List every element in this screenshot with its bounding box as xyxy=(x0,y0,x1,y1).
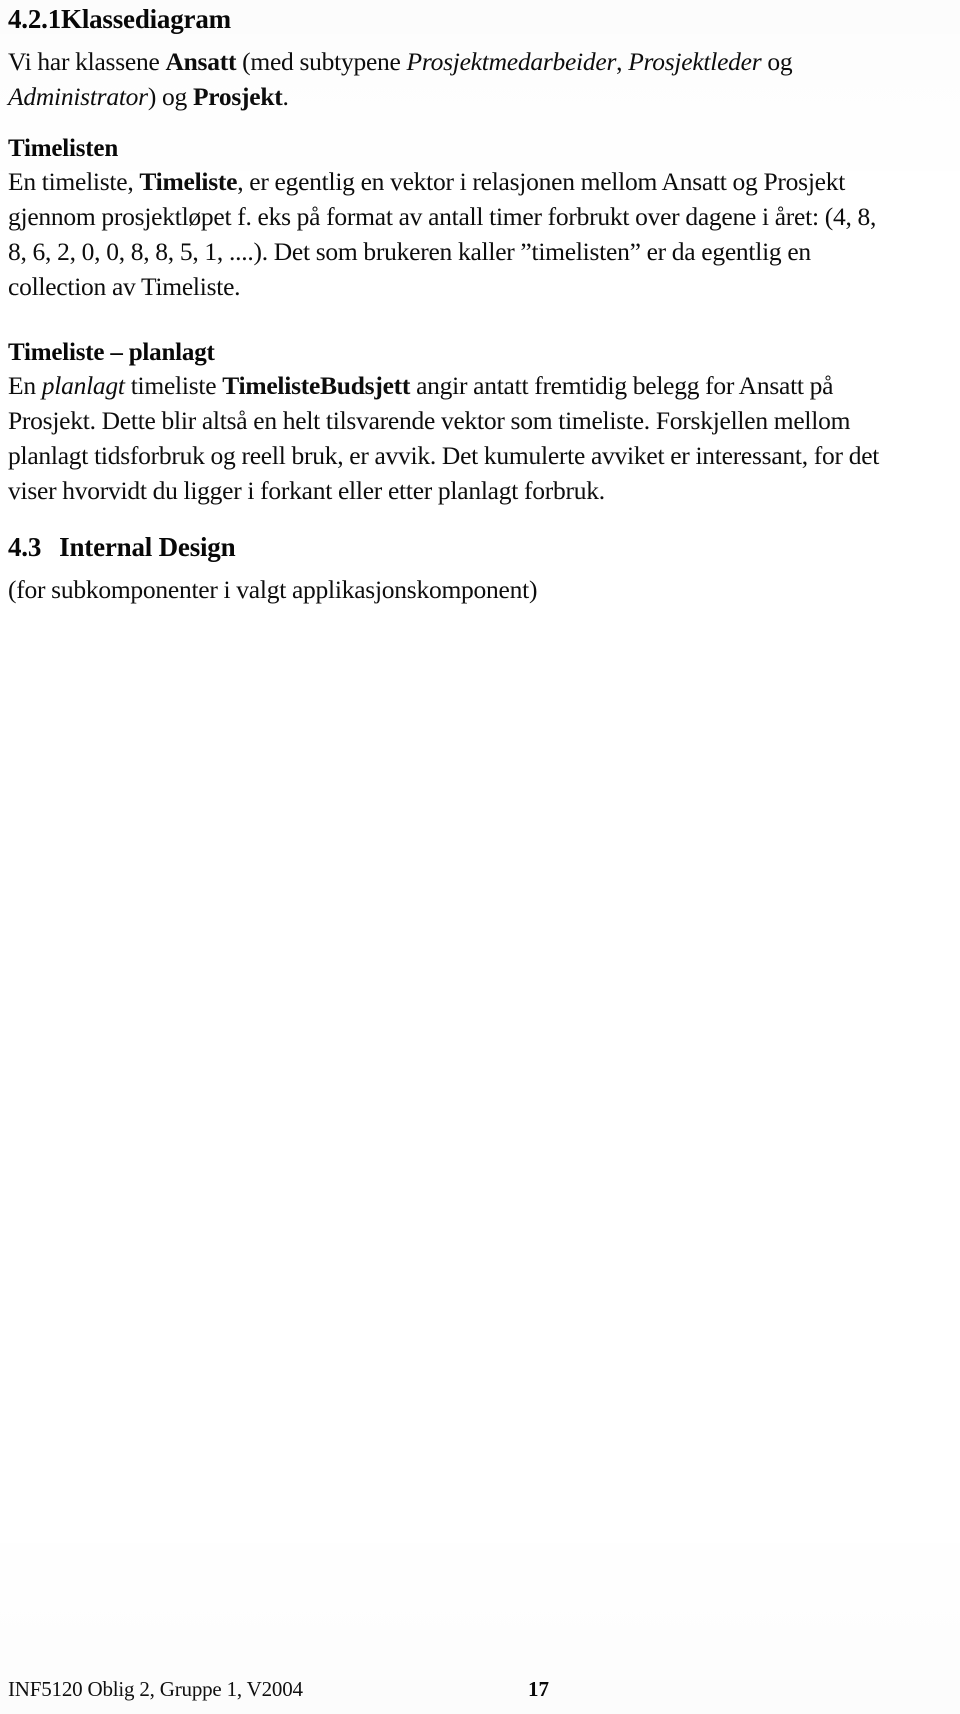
planlagt-bold-timelistebudsjett: TimelisteBudsjett xyxy=(222,371,411,400)
heading-internal-design-number: 4.3 xyxy=(8,532,42,562)
page-content: 4.2.1Klassediagram Vi har klassene Ansat… xyxy=(8,0,898,607)
footer-page-number: 17 xyxy=(528,1677,549,1701)
intro-italic-administrator: Administrator xyxy=(8,82,148,111)
intro-seg-2: (med subtypene xyxy=(236,47,407,76)
planlagt-seg-2: timeliste xyxy=(124,371,223,400)
intro-italic-prosjektmedarbeider: Prosjektmedarbeider xyxy=(406,47,617,76)
intro-seg-6: . xyxy=(282,82,289,111)
heading-internal-design: 4.3 Internal Design xyxy=(8,528,898,564)
page-footer: INF5120 Oblig 2, Gruppe 1, V2004 17 xyxy=(8,1676,898,1706)
document-page: 4.2.1Klassediagram Vi har klassene Ansat… xyxy=(0,0,960,1714)
heading-internal-design-title: Internal Design xyxy=(59,532,236,562)
intro-seg-5: ) og xyxy=(147,82,193,111)
heading-klassediagram: 4.2.1Klassediagram xyxy=(8,0,898,36)
heading-timelisten: Timelisten xyxy=(8,135,119,162)
timelisten-bold-timeliste: Timeliste xyxy=(139,167,238,196)
intro-italic-prosjektleder: Prosjektleder xyxy=(628,47,762,76)
timelisten-seg-1: En timeliste, xyxy=(8,167,140,196)
intro-seg-1: Vi har klassene xyxy=(8,47,166,76)
paragraph-intro: Vi har klassene Ansatt (med subtypene Pr… xyxy=(8,44,898,114)
heading-klassediagram-number: 4.2.1 xyxy=(8,4,62,34)
intro-bold-prosjekt: Prosjekt xyxy=(192,82,283,111)
footer-document-label: INF5120 Oblig 2, Gruppe 1, V2004 xyxy=(8,1677,303,1701)
heading-timeliste-planlagt: Timeliste – planlagt xyxy=(8,339,215,366)
intro-bold-ansatt: Ansatt xyxy=(165,47,237,76)
heading-klassediagram-title: Klassediagram xyxy=(61,4,231,34)
paragraph-subnote: (for subkomponenter i valgt applikasjons… xyxy=(8,575,538,604)
planlagt-seg-1: En xyxy=(8,371,42,400)
intro-seg-4: og xyxy=(761,47,793,76)
paragraph-timeliste-planlagt: En planlagt timeliste TimelisteBudsjett … xyxy=(8,368,898,508)
intro-seg-3: , xyxy=(616,47,629,76)
paragraph-timelisten: En timeliste, Timeliste, er egentlig en … xyxy=(8,164,898,304)
planlagt-italic-planlagt: planlagt xyxy=(41,371,125,400)
